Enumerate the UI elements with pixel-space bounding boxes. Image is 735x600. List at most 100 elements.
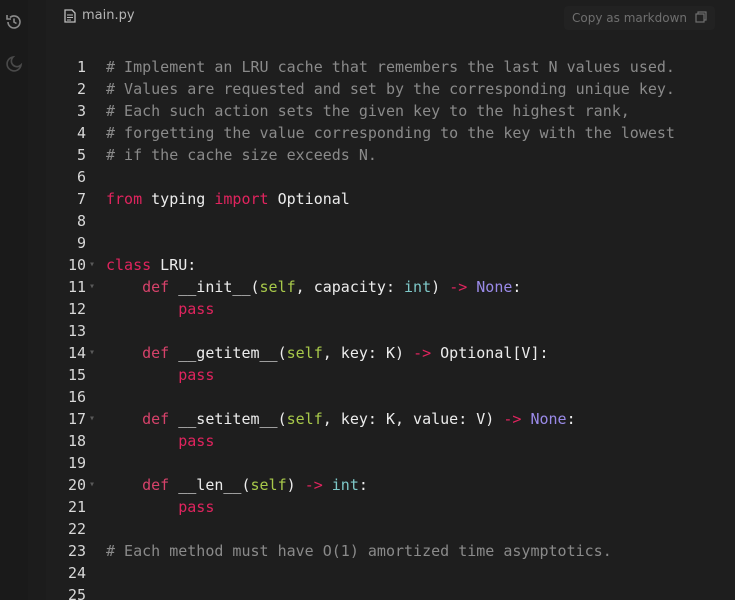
code-token: , key: K) xyxy=(322,344,414,362)
code-line[interactable]: 3 # Each such action sets the given key t… xyxy=(46,100,735,122)
code-token: # if the cache size exceeds N. xyxy=(106,146,377,164)
code-line[interactable]: 18 pass xyxy=(46,430,735,452)
line-content: # Each method must have O(1) amortized t… xyxy=(106,540,612,562)
code-line[interactable]: 10 ▾ class LRU: xyxy=(46,254,735,276)
moon-icon[interactable] xyxy=(2,52,26,76)
line-number: 6 xyxy=(76,168,86,186)
line-number: 25 xyxy=(67,586,86,600)
code-token: __len__( xyxy=(169,476,251,494)
fold-chevron-icon[interactable]: ▾ xyxy=(89,408,95,430)
code-token: # Each such action sets the given key to… xyxy=(106,102,630,120)
code-line[interactable]: 21 pass xyxy=(46,496,735,518)
code-token: # Each method must have O(1) amortized t… xyxy=(106,542,612,560)
line-number: 15 xyxy=(67,366,86,384)
code-area[interactable]: 1 # Implement an LRU cache that remembers… xyxy=(46,56,735,600)
line-number: 2 xyxy=(76,80,86,98)
code-line[interactable]: 19 xyxy=(46,452,735,474)
code-line[interactable]: 7 from typing import Optional xyxy=(46,188,735,210)
code-line[interactable]: 8 xyxy=(46,210,735,232)
code-line[interactable]: 1 # Implement an LRU cache that remembers… xyxy=(46,56,735,78)
code-token: def xyxy=(142,476,170,494)
line-number: 24 xyxy=(67,564,86,582)
line-number: 17 xyxy=(67,410,86,428)
code-line[interactable]: 23 # Each method must have O(1) amortized… xyxy=(46,540,735,562)
code-line[interactable]: 16 xyxy=(46,386,735,408)
fold-chevron-icon[interactable]: ▾ xyxy=(89,342,95,364)
history-icon[interactable] xyxy=(2,10,26,34)
code-token: self xyxy=(250,476,287,494)
code-line[interactable]: 12 pass xyxy=(46,298,735,320)
line-number: 18 xyxy=(67,432,86,450)
line-number: 21 xyxy=(67,498,86,516)
line-content: pass xyxy=(106,496,214,518)
code-token: import xyxy=(214,190,269,208)
copy-markdown-button[interactable]: Copy as markdown xyxy=(564,6,715,30)
line-content: # forgetting the value corresponding to … xyxy=(106,122,675,144)
line-number: 22 xyxy=(67,520,86,538)
line-content: # Each such action sets the given key to… xyxy=(106,100,630,122)
code-line[interactable]: 6 xyxy=(46,166,735,188)
code-token: def xyxy=(142,410,170,428)
code-token: Optional[V]: xyxy=(431,344,549,362)
code-token: -> xyxy=(503,410,522,428)
code-token: int xyxy=(331,476,359,494)
code-line[interactable]: 4 # forgetting the value corresponding to… xyxy=(46,122,735,144)
code-token: -> xyxy=(449,278,468,296)
code-token: , key: K, value: V) xyxy=(322,410,504,428)
code-token: pass xyxy=(178,432,215,450)
line-content: # Values are requested and set by the co… xyxy=(106,78,675,100)
code-token: # Implement an LRU cache that remembers … xyxy=(106,58,675,76)
fold-chevron-icon[interactable]: ▾ xyxy=(89,254,95,276)
code-line[interactable]: 11 ▾ def __init__(self, capacity: int) ->… xyxy=(46,276,735,298)
code-token: Optional xyxy=(268,190,350,208)
code-line[interactable]: 5 # if the cache size exceeds N. xyxy=(46,144,735,166)
code-line[interactable]: 25 xyxy=(46,584,735,600)
file-icon xyxy=(64,8,76,23)
code-line[interactable]: 20 ▾ def __len__(self) -> int: xyxy=(46,474,735,496)
code-line[interactable]: 17 ▾ def __setitem__(self, key: K, value:… xyxy=(46,408,735,430)
code-token: , capacity: xyxy=(295,278,405,296)
line-number: 3 xyxy=(76,102,86,120)
code-token: # Values are requested and set by the co… xyxy=(106,80,675,98)
line-content: def __init__(self, capacity: int) -> Non… xyxy=(106,276,521,298)
code-token: __getitem__( xyxy=(169,344,287,362)
line-content: class LRU: xyxy=(106,254,196,276)
code-line[interactable]: 13 xyxy=(46,320,735,342)
code-line[interactable]: 22 xyxy=(46,518,735,540)
line-content: def __len__(self) -> int: xyxy=(106,474,368,496)
file-tab[interactable]: main.py xyxy=(64,8,135,23)
left-rail xyxy=(0,0,28,600)
line-number: 1 xyxy=(76,58,86,76)
line-number: 9 xyxy=(76,234,86,252)
line-content: from typing import Optional xyxy=(106,188,350,210)
code-token: __init__( xyxy=(169,278,260,296)
code-line[interactable]: 15 pass xyxy=(46,364,735,386)
fold-chevron-icon[interactable]: ▾ xyxy=(89,474,95,496)
code-token: pass xyxy=(178,366,215,384)
line-number: 23 xyxy=(67,542,86,560)
line-number: 7 xyxy=(76,190,86,208)
line-content: def __setitem__(self, key: K, value: V) … xyxy=(106,408,576,430)
code-token: # forgetting the value corresponding to … xyxy=(106,124,675,142)
line-number: 4 xyxy=(76,124,86,142)
fold-chevron-icon[interactable]: ▾ xyxy=(89,276,95,298)
code-token: self xyxy=(286,410,323,428)
code-line[interactable]: 14 ▾ def __getitem__(self, key: K) -> Opt… xyxy=(46,342,735,364)
line-number: 13 xyxy=(67,322,86,340)
line-number: 12 xyxy=(67,300,86,318)
code-line[interactable]: 24 xyxy=(46,562,735,584)
code-token: pass xyxy=(178,300,215,318)
code-line[interactable]: 9 xyxy=(46,232,735,254)
line-number: 11 xyxy=(67,278,86,296)
copy-icon xyxy=(695,10,707,26)
code-line[interactable]: 2 # Values are requested and set by the c… xyxy=(46,78,735,100)
line-number: 20 xyxy=(67,476,86,494)
code-token: : xyxy=(358,476,368,494)
